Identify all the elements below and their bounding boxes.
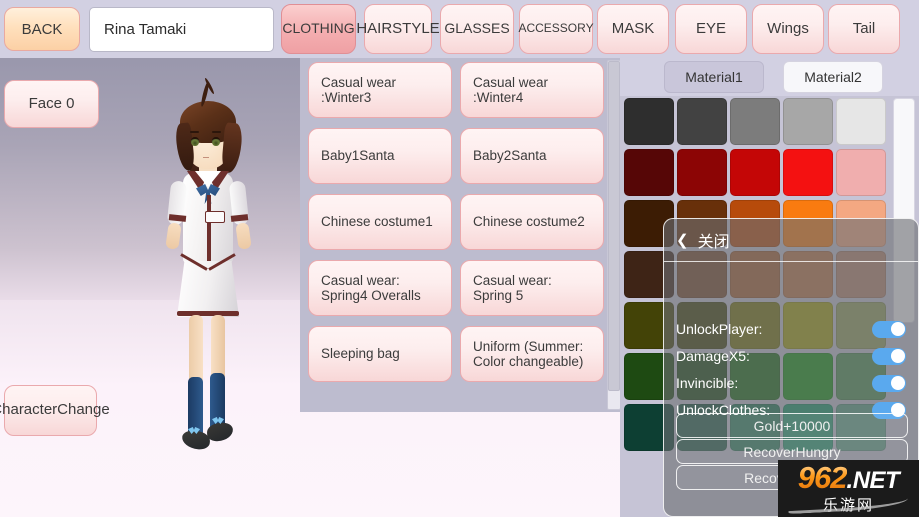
- hand-left: [165, 222, 181, 250]
- leg-left: [189, 315, 203, 385]
- tab-accessory[interactable]: ACCESSORY: [519, 4, 593, 54]
- eye-right: [212, 137, 220, 146]
- clothing-item-grid: Casual wear:Winter3Casual wear:Winter4Ba…: [308, 62, 604, 410]
- clothing-item[interactable]: Baby2Santa: [460, 128, 604, 184]
- character-model[interactable]: [155, 65, 265, 495]
- color-swatch[interactable]: [677, 98, 727, 145]
- shoe-right: [206, 422, 233, 442]
- clothing-item[interactable]: Uniform (Summer:Color changeable): [460, 326, 604, 382]
- clothing-item[interactable]: Casual wear:Winter4: [460, 62, 604, 118]
- chevron-left-icon: ❮: [676, 231, 689, 249]
- back-button[interactable]: BACK: [4, 7, 80, 51]
- cheat-toggle-label: UnlockPlayer:: [676, 321, 872, 337]
- tab-hair-style[interactable]: HAIRSTYLE: [364, 4, 432, 54]
- tab-eye[interactable]: EYE: [675, 4, 747, 54]
- watermark-swoosh-icon: [788, 492, 909, 514]
- color-swatch[interactable]: [783, 149, 833, 196]
- clothing-item[interactable]: Casual wear:Spring 5: [460, 260, 604, 316]
- skirt-chevron-trim: [183, 251, 233, 273]
- cheat-action-button[interactable]: Gold+10000: [676, 413, 908, 438]
- tab-material2[interactable]: Material2: [783, 61, 883, 93]
- clothing-item[interactable]: Casual wear:Winter3: [308, 62, 452, 118]
- cheat-toggle-switch[interactable]: [872, 375, 906, 392]
- clothing-list-scrollbar[interactable]: [607, 60, 621, 410]
- cheat-toggle-switch[interactable]: [872, 321, 906, 338]
- hand-right: [235, 222, 251, 250]
- tab-glasses[interactable]: GLASSES: [440, 4, 514, 54]
- color-swatch[interactable]: [624, 149, 674, 196]
- cheat-toggle-switch[interactable]: [872, 348, 906, 365]
- tab-material1[interactable]: Material1: [664, 61, 764, 93]
- clothing-list-scroll-thumb[interactable]: [608, 61, 620, 391]
- character-name-input[interactable]: Rina Tamaki: [89, 7, 274, 52]
- cheat-toggle-label: Invincible:: [676, 375, 872, 391]
- color-swatch[interactable]: [624, 98, 674, 145]
- cheat-close-button[interactable]: ❮ 关闭: [664, 219, 919, 262]
- character-change-button[interactable]: CharacterChange: [4, 385, 97, 436]
- tab-tail[interactable]: Tail: [828, 4, 900, 54]
- clothing-item[interactable]: Chinese costume1: [308, 194, 452, 250]
- game-screen: BACK Rina Tamaki CLOTHINGHAIRSTYLEGLASSE…: [0, 0, 919, 517]
- eyebrow-left: [190, 131, 199, 133]
- mouth: [203, 157, 209, 158]
- cheat-toggle-row: Invincible:: [676, 372, 908, 394]
- eyebrow-right: [212, 131, 221, 133]
- watermark-number: 962: [798, 462, 847, 493]
- eye-left: [191, 137, 199, 146]
- top-bar: BACK Rina Tamaki CLOTHINGHAIRSTYLEGLASSE…: [0, 0, 919, 58]
- toggle-knob: [891, 322, 905, 336]
- face-button[interactable]: Face 0: [4, 80, 99, 128]
- clothing-item[interactable]: Sleeping bag: [308, 326, 452, 382]
- tab-clothing[interactable]: CLOTHING: [281, 4, 356, 54]
- color-swatch[interactable]: [836, 149, 886, 196]
- clothing-item[interactable]: Baby1Santa: [308, 128, 452, 184]
- color-swatch[interactable]: [783, 98, 833, 145]
- clothing-item[interactable]: Chinese costume2: [460, 194, 604, 250]
- watermark-tld: .NET: [847, 469, 900, 493]
- toggle-knob: [891, 349, 905, 363]
- clothing-list-panel: Casual wear:Winter3Casual wear:Winter4Ba…: [300, 58, 620, 412]
- cheat-close-label: 关闭: [698, 228, 730, 252]
- chest-pocket: [205, 211, 225, 223]
- skirt-hem: [177, 311, 239, 316]
- color-swatch[interactable]: [730, 98, 780, 145]
- color-swatch[interactable]: [836, 98, 886, 145]
- cheat-toggle-row: UnlockPlayer:: [676, 318, 908, 340]
- tab-wings[interactable]: Wings: [752, 4, 824, 54]
- site-watermark: 962 .NET 乐游网: [778, 460, 919, 517]
- cheat-toggle-label: DamageX5:: [676, 348, 872, 364]
- clothing-item[interactable]: Casual wear:Spring4 Overalls: [308, 260, 452, 316]
- watermark-wordmark: 962 .NET: [798, 462, 899, 493]
- color-swatch[interactable]: [730, 149, 780, 196]
- tab-mask[interactable]: MASK: [597, 4, 669, 54]
- color-swatch[interactable]: [677, 149, 727, 196]
- hair-right-strand: [221, 122, 243, 173]
- toggle-knob: [891, 376, 905, 390]
- cheat-toggle-row: DamageX5:: [676, 345, 908, 367]
- material-tab-bar: Material1 Material2: [620, 58, 919, 96]
